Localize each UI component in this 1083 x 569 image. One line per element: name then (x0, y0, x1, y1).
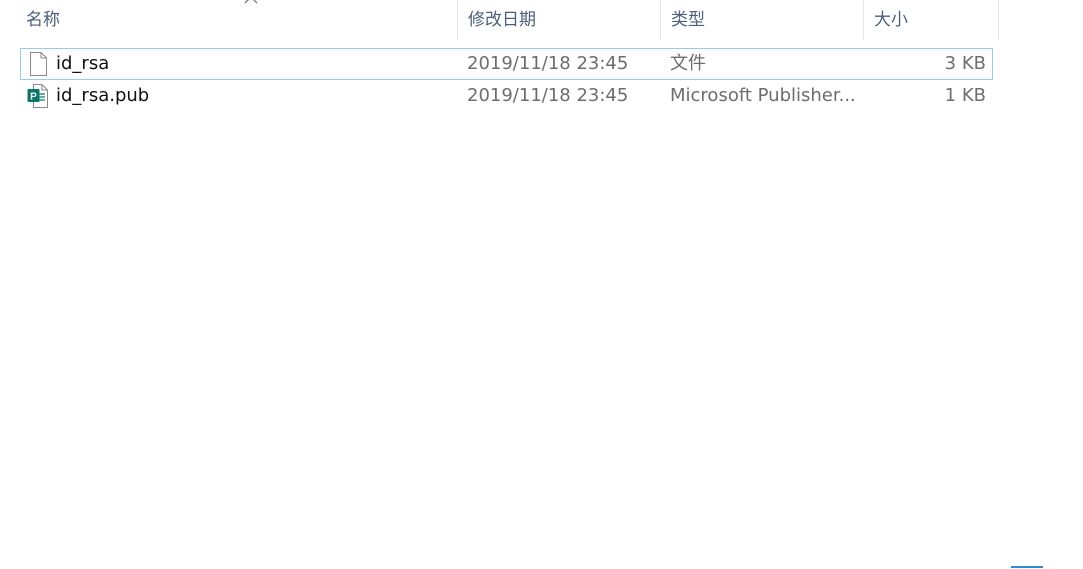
file-explorer-view: 名称 修改日期 类型 大小 id_rsa 2019/11/18 23:45 文件… (0, 0, 1083, 569)
file-modified-date: 2019/11/18 23:45 (467, 85, 629, 106)
chevron-up-icon (244, 0, 258, 4)
file-name: id_rsa.pub (56, 85, 150, 106)
generic-file-icon (30, 52, 47, 76)
file-size: 3 KB (944, 53, 986, 74)
column-header-size[interactable]: 大小 (864, 0, 999, 40)
file-list: id_rsa 2019/11/18 23:45 文件 3 KB P id_rsa… (20, 48, 993, 112)
column-header-bar: 名称 修改日期 类型 大小 (0, 0, 1000, 40)
column-header-date-label: 修改日期 (468, 10, 536, 30)
svg-text:P: P (30, 92, 37, 103)
file-row[interactable]: id_rsa 2019/11/18 23:45 文件 3 KB (20, 48, 993, 80)
file-name: id_rsa (56, 53, 110, 74)
file-size: 1 KB (944, 85, 986, 106)
view-mode-indicator[interactable] (1011, 566, 1043, 568)
file-row[interactable]: P id_rsa.pub 2019/11/18 23:45 Microsoft … (20, 80, 993, 112)
column-header-type[interactable]: 类型 (661, 0, 864, 40)
file-type: 文件 (670, 53, 706, 74)
column-header-name[interactable]: 名称 (14, 0, 458, 40)
column-header-name-label: 名称 (26, 10, 60, 30)
column-header-size-label: 大小 (874, 10, 908, 30)
file-modified-date: 2019/11/18 23:45 (467, 53, 629, 74)
file-type: Microsoft Publisher... (670, 85, 856, 106)
publisher-file-icon: P (27, 84, 48, 108)
column-header-type-label: 类型 (671, 10, 705, 30)
column-header-date[interactable]: 修改日期 (458, 0, 661, 40)
